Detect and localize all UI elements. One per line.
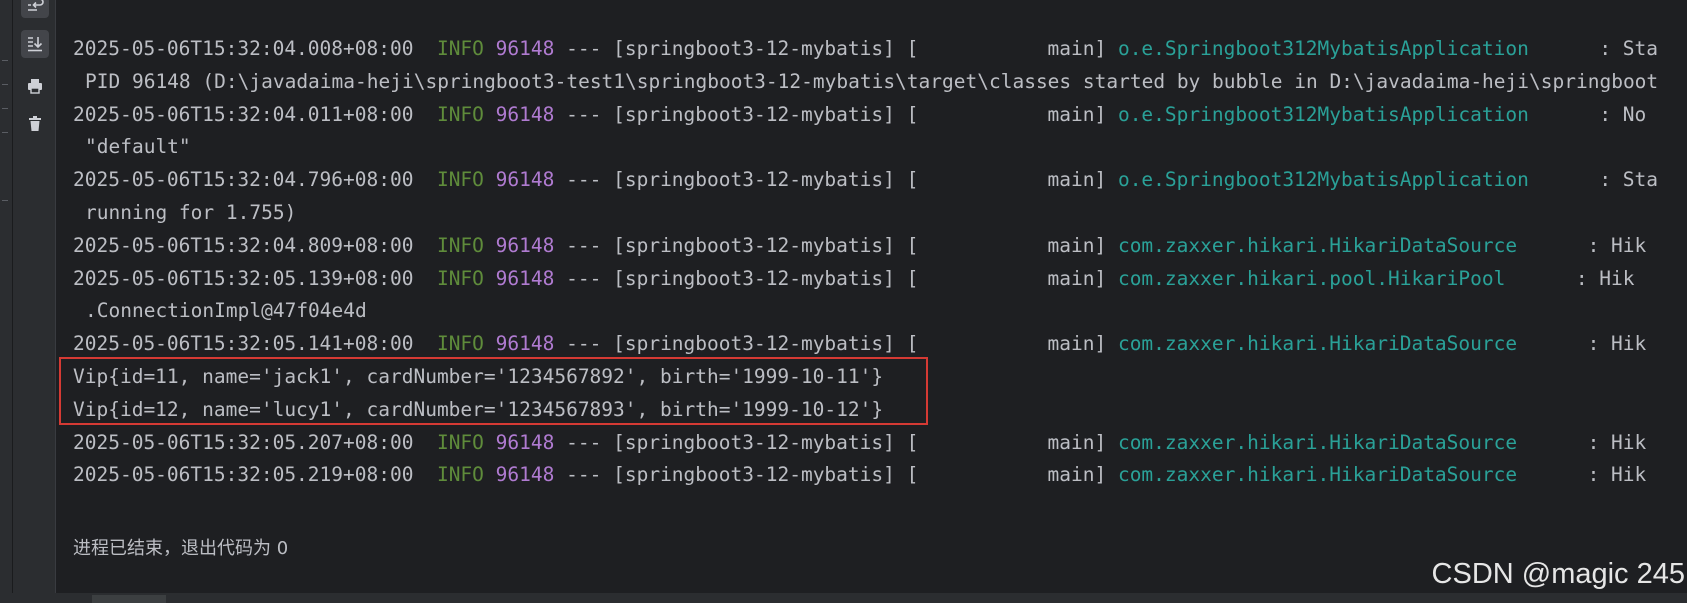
log-line: 2025-05-06T15:32:05.219+08:00 INFO 96148… bbox=[73, 464, 1646, 486]
thread-name: main] bbox=[1047, 332, 1107, 356]
process-id: 96148 bbox=[495, 168, 555, 192]
log-line: 2025-05-06T15:32:05.139+08:00 INFO 96148… bbox=[73, 266, 1635, 290]
left-edge-strip bbox=[0, 0, 13, 603]
app-name: [springboot3-12-mybatis] [ bbox=[613, 266, 919, 290]
log-level: INFO bbox=[436, 233, 484, 257]
print-button[interactable] bbox=[21, 72, 49, 100]
log-level: INFO bbox=[436, 37, 484, 60]
separator: --- bbox=[566, 168, 602, 192]
log-line: 2025-05-06T15:32:04.809+08:00 INFO 96148… bbox=[73, 233, 1647, 257]
process-id: 96148 bbox=[495, 102, 555, 126]
logger-name: o.e.Springboot312MybatisApplication bbox=[1117, 37, 1529, 60]
timestamp: 2025-05-06T15:32:04.809+08:00 bbox=[73, 233, 414, 257]
bottom-scrollbar[interactable] bbox=[0, 593, 1687, 603]
app-name: [springboot3-12-mybatis] [ bbox=[613, 37, 919, 60]
logger-name: o.e.Springboot312MybatisApplication bbox=[1117, 102, 1529, 126]
scrollbar-thumb[interactable] bbox=[92, 595, 166, 603]
app-name: [springboot3-12-mybatis] [ bbox=[613, 430, 919, 454]
log-level: INFO bbox=[436, 332, 484, 356]
print-icon bbox=[28, 79, 42, 94]
timestamp: 2025-05-06T15:32:05.207+08:00 bbox=[73, 430, 414, 454]
thread-name: main] bbox=[1047, 37, 1107, 60]
log-message: : Hik bbox=[1587, 332, 1647, 356]
log-line: 2025-05-06T15:32:04.011+08:00 INFO 96148… bbox=[73, 102, 1647, 126]
log-message: : Sta bbox=[1599, 168, 1659, 192]
log-level: INFO bbox=[436, 102, 484, 126]
timestamp: 2025-05-06T15:32:04.008+08:00 bbox=[73, 37, 414, 60]
process-id: 96148 bbox=[495, 266, 555, 290]
clear-all-button[interactable] bbox=[21, 110, 49, 138]
timestamp: 2025-05-06T15:32:05.141+08:00 bbox=[73, 332, 414, 356]
logger-name: com.zaxxer.hikari.pool.HikariPool bbox=[1117, 266, 1506, 290]
separator: --- bbox=[566, 332, 602, 356]
separator: --- bbox=[566, 266, 602, 290]
process-id: 96148 bbox=[495, 37, 555, 60]
thread-name: main] bbox=[1047, 463, 1107, 487]
edge-mark bbox=[2, 84, 8, 85]
exit-message: 进程已结束，退出代码为 0 bbox=[73, 538, 289, 559]
process-id: 96148 bbox=[495, 233, 555, 257]
log-level: INFO bbox=[436, 266, 484, 290]
thread-name: main] bbox=[1047, 102, 1107, 126]
process-id: 96148 bbox=[495, 463, 555, 487]
log-message: : Hik bbox=[1587, 463, 1647, 487]
log-message: : Hik bbox=[1575, 266, 1635, 290]
log-line: 2025-05-06T15:32:05.141+08:00 INFO 96148… bbox=[73, 333, 1646, 355]
log-message: : Sta bbox=[1599, 37, 1659, 60]
log-message: : Hik bbox=[1587, 430, 1647, 454]
log-continuation-line: "default" bbox=[85, 135, 191, 159]
app-name: [springboot3-12-mybatis] [ bbox=[613, 168, 919, 192]
separator: --- bbox=[566, 463, 602, 487]
log-level: INFO bbox=[436, 463, 484, 487]
app-name: [springboot3-12-mybatis] [ bbox=[613, 332, 919, 356]
thread-name: main] bbox=[1047, 233, 1107, 257]
timestamp: 2025-05-06T15:32:04.011+08:00 bbox=[73, 102, 414, 126]
app-name: [springboot3-12-mybatis] [ bbox=[613, 102, 919, 126]
app-name: [springboot3-12-mybatis] [ bbox=[613, 233, 919, 257]
clear-all-icon bbox=[29, 116, 41, 131]
separator: --- bbox=[566, 233, 602, 257]
highlight-box bbox=[59, 357, 928, 425]
thread-name: main] bbox=[1047, 168, 1107, 192]
logger-name: o.e.Springboot312MybatisApplication bbox=[1117, 168, 1529, 192]
log-continuation-line: running for 1.755) bbox=[85, 201, 297, 224]
edge-mark bbox=[2, 60, 8, 61]
process-id: 96148 bbox=[495, 430, 555, 454]
log-continuation-line: PID 96148 (D:\javadaima-heji\springboot3… bbox=[85, 69, 1659, 93]
log-line: 2025-05-06T15:32:05.207+08:00 INFO 96148… bbox=[73, 430, 1647, 454]
log-continuation-line: .ConnectionImpl@47f04e4d bbox=[85, 299, 367, 323]
console-output[interactable]: 2025-05-06T15:32:04.008+08:00 INFO 96148… bbox=[56, 0, 1687, 593]
edge-mark bbox=[2, 108, 8, 109]
console-toolbar bbox=[13, 0, 56, 603]
thread-name: main] bbox=[1047, 430, 1107, 454]
logger-name: com.zaxxer.hikari.HikariDataSource bbox=[1117, 430, 1518, 454]
log-line: 2025-05-06T15:32:04.796+08:00 INFO 96148… bbox=[73, 169, 1658, 191]
timestamp: 2025-05-06T15:32:05.219+08:00 bbox=[73, 463, 414, 487]
logger-name: com.zaxxer.hikari.HikariDataSource bbox=[1117, 332, 1518, 356]
log-level: INFO bbox=[436, 168, 484, 192]
edge-mark bbox=[2, 200, 8, 201]
scroll-to-end-icon bbox=[28, 37, 43, 52]
edge-mark bbox=[2, 132, 8, 133]
log-level: INFO bbox=[436, 430, 484, 454]
timestamp: 2025-05-06T15:32:05.139+08:00 bbox=[73, 266, 414, 290]
process-id: 96148 bbox=[495, 332, 555, 356]
logger-name: com.zaxxer.hikari.HikariDataSource bbox=[1117, 463, 1518, 487]
scroll-to-end-button[interactable] bbox=[21, 30, 49, 58]
ide-console-window: 2025-05-06T15:32:04.008+08:00 INFO 96148… bbox=[0, 0, 1687, 603]
app-name: [springboot3-12-mybatis] [ bbox=[613, 463, 919, 487]
timestamp: 2025-05-06T15:32:04.796+08:00 bbox=[73, 168, 414, 192]
logger-name: com.zaxxer.hikari.HikariDataSource bbox=[1117, 233, 1518, 257]
log-line: 2025-05-06T15:32:04.008+08:00 INFO 96148… bbox=[73, 38, 1658, 60]
separator: --- bbox=[566, 37, 602, 60]
separator: --- bbox=[566, 430, 602, 454]
log-message: : No bbox=[1599, 102, 1647, 126]
thread-name: main] bbox=[1047, 266, 1107, 290]
log-message: : Hik bbox=[1587, 233, 1647, 257]
soft-wrap-button[interactable] bbox=[21, 0, 49, 18]
separator: --- bbox=[566, 102, 602, 126]
watermark: CSDN @magic 245 bbox=[1431, 558, 1685, 590]
soft-wrap-icon bbox=[28, 0, 44, 11]
